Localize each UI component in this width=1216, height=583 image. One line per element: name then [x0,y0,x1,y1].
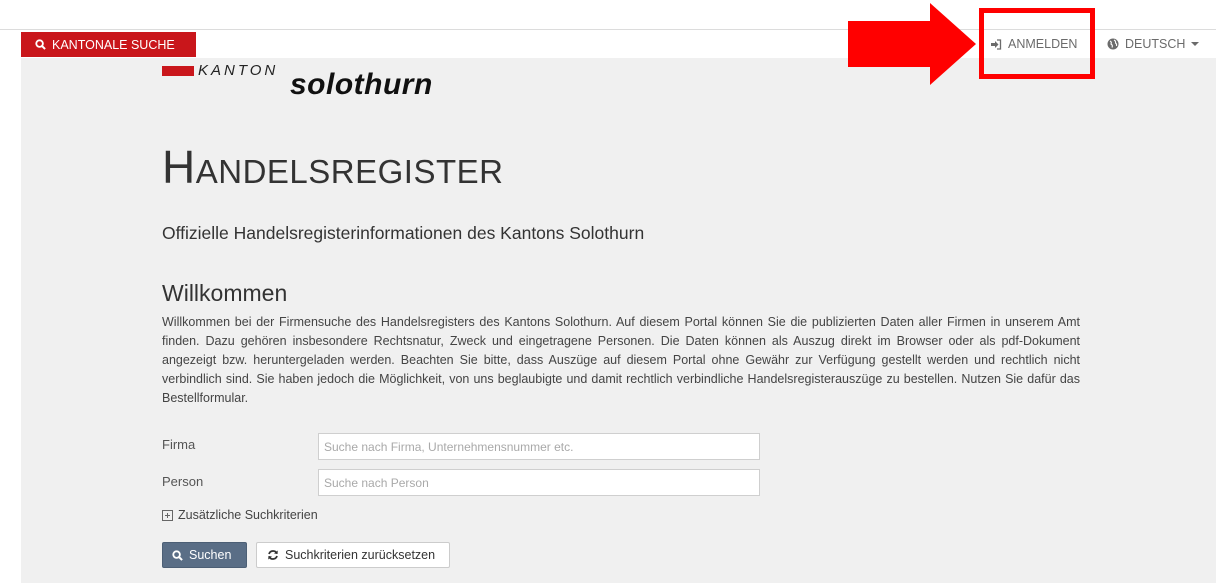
language-dropdown[interactable]: DEUTSCH [1107,30,1200,58]
firma-search-input[interactable] [318,433,760,460]
annotation-highlight-box [979,8,1095,79]
language-label: DEUTSCH [1125,37,1186,51]
additional-criteria-toggle[interactable]: Zusätzliche Suchkriterien [162,508,318,522]
logo-flag [162,66,194,76]
search-button[interactable]: Suchen [162,542,247,568]
search-icon [35,39,46,50]
chevron-down-icon [1191,42,1200,46]
plus-square-icon [162,509,173,521]
page-title: HANDELSREGISTER [162,140,503,194]
globe-icon [1107,38,1119,50]
welcome-text: Willkommen bei der Firmensuche des Hande… [162,315,1080,405]
logo-kanton-text: KANTON [198,62,279,79]
additional-criteria-label: Zusätzliche Suchkriterien [178,508,318,522]
refresh-icon [268,550,278,560]
annotation-arrow [848,3,976,85]
reset-criteria-button[interactable]: Suchkriterien zurücksetzen [256,542,450,568]
welcome-heading: Willkommen [162,280,288,306]
page-title-initial: H [162,141,196,193]
person-label: Person [162,474,204,489]
page-subtitle: Offizielle Handelsregisterinformationen … [162,223,645,243]
reset-button-label: Suchkriterien zurücksetzen [285,548,436,562]
search-button-label: Suchen [189,548,232,562]
kantonale-suche-button[interactable]: KANTONALE SUCHE [21,32,196,57]
person-search-input[interactable] [318,469,760,496]
firma-label: Firma [162,437,196,452]
kantonale-suche-label: KANTONALE SUCHE [52,37,175,52]
logo-name-text: solothurn [290,68,433,101]
page-title-rest: ANDELSREGISTER [195,153,504,190]
kanton-solothurn-logo: KANTON solothurn [160,62,480,104]
search-icon [172,549,183,561]
